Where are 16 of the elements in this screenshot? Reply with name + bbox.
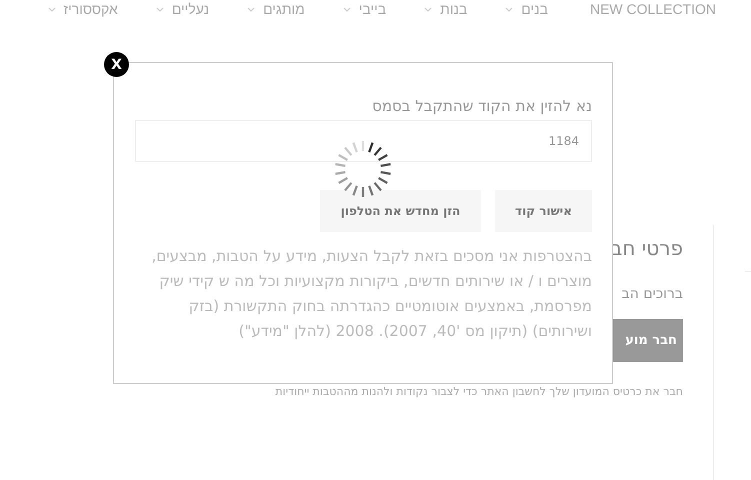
club-note: חבר את כרטיס המועדון שלך לחשבון האתר כדי לצבור נקודות ולהנות מההטבות ייחודיות <box>275 385 683 398</box>
code-label: נא להזין את הקוד שהתקבל בסמס <box>371 97 592 115</box>
code-input[interactable]: 1184 <box>135 120 592 162</box>
nav-link[interactable]: NEW COLLECTION <box>590 1 716 17</box>
welcome-text: ברוכים הב <box>622 286 683 302</box>
join-club-button[interactable]: חבר מוע <box>613 319 683 362</box>
consent-text: בהצטרפות אני מסכים בזאת לקבל הצעות, מידע על הטבות, מבצעים, מוצרים ו / או שירותים חדשים, ביקורות מקצועיות וכל מה ש קידי שיק מפרסמת, באמצעים אוטומטיים כהגדרתה בחוק התקשורת (בזק ושירותים) (תיקון מס '40, 2007). 2008 (להלן "מידע") <box>150 246 592 342</box>
nav-link[interactable]: נעליים <box>172 1 210 17</box>
nav-link[interactable]: אקססוריז <box>64 1 118 17</box>
confirm-code-button[interactable]: אישור קוד <box>495 190 592 232</box>
nav-link[interactable]: בייבי <box>358 1 386 17</box>
nav-link[interactable]: בנים <box>521 1 548 17</box>
nav-link[interactable]: מותגים <box>263 1 305 17</box>
close-button[interactable]: X <box>104 52 129 77</box>
nav-link[interactable]: בנות <box>440 1 468 17</box>
reenter-phone-button[interactable]: הזן מחדש את הטלפון <box>320 190 481 232</box>
